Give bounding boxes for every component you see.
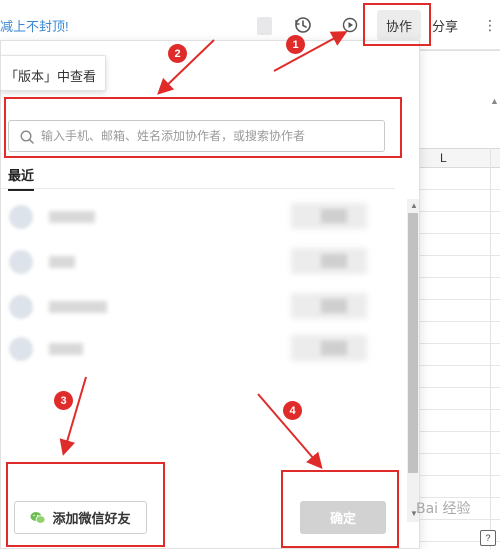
history-button[interactable]	[286, 10, 320, 40]
contact-row[interactable]: ██████	[1, 331, 401, 371]
contact-name: ██████	[49, 343, 83, 355]
notice-text: 减上不封顶!	[0, 19, 69, 34]
avatar	[9, 337, 33, 361]
confirm-button[interactable]: 确定	[300, 501, 386, 534]
grid-rows[interactable]	[420, 168, 500, 549]
add-wechat-friend-button[interactable]: 添加微信好友	[14, 501, 147, 534]
contact-meta-detail	[321, 254, 347, 268]
add-wechat-friend-label: 添加微信好友	[52, 511, 131, 526]
watermark-text: Bai 经验	[416, 501, 471, 517]
avatar	[9, 295, 33, 319]
contact-row[interactable]: ████	[1, 244, 401, 284]
scroll-up-icon[interactable]: ▲	[410, 201, 418, 211]
contact-name: ████	[49, 256, 75, 268]
scrollbar-thumb[interactable]	[408, 213, 418, 473]
search-icon	[20, 130, 34, 144]
wechat-icon	[30, 511, 46, 524]
collaborator-search-input[interactable]	[41, 121, 381, 151]
contact-meta-detail	[321, 299, 347, 313]
contact-name: ██████████	[49, 301, 107, 313]
present-icon	[342, 17, 358, 33]
avatar	[9, 250, 33, 274]
search-box[interactable]	[8, 120, 385, 152]
file-icon[interactable]	[257, 17, 272, 35]
tab-divider	[1, 188, 395, 189]
help-icon[interactable]: ?	[480, 530, 496, 546]
share-button[interactable]: 分享	[430, 10, 460, 40]
avatar	[9, 205, 33, 229]
contact-meta-detail	[321, 209, 347, 223]
collaborate-button[interactable]: 协作	[377, 10, 421, 40]
contact-row[interactable]: ████████	[1, 199, 401, 239]
collaboration-panel: 最近 ████████ ████ ██████████ ██████ ▲ ▼	[0, 40, 420, 549]
spreadsheet-area: ▲ L	[420, 50, 500, 549]
column-header[interactable]: L	[420, 148, 500, 168]
sheet-toolbar-area	[420, 50, 500, 148]
collapse-arrow-icon[interactable]: ▲	[490, 96, 499, 106]
present-button[interactable]	[333, 10, 367, 40]
history-icon	[295, 17, 311, 33]
baidu-watermark: Bai 经验	[416, 498, 471, 518]
sheet-divider	[420, 50, 500, 51]
contact-meta-detail	[321, 341, 347, 355]
contact-row[interactable]: ██████████	[1, 289, 401, 329]
column-label: L	[440, 151, 447, 165]
version-hint-tooltip: 「版本」中查看	[0, 55, 106, 91]
more-options-icon[interactable]: ⋮	[483, 17, 497, 34]
contact-name: ████████	[49, 211, 95, 223]
